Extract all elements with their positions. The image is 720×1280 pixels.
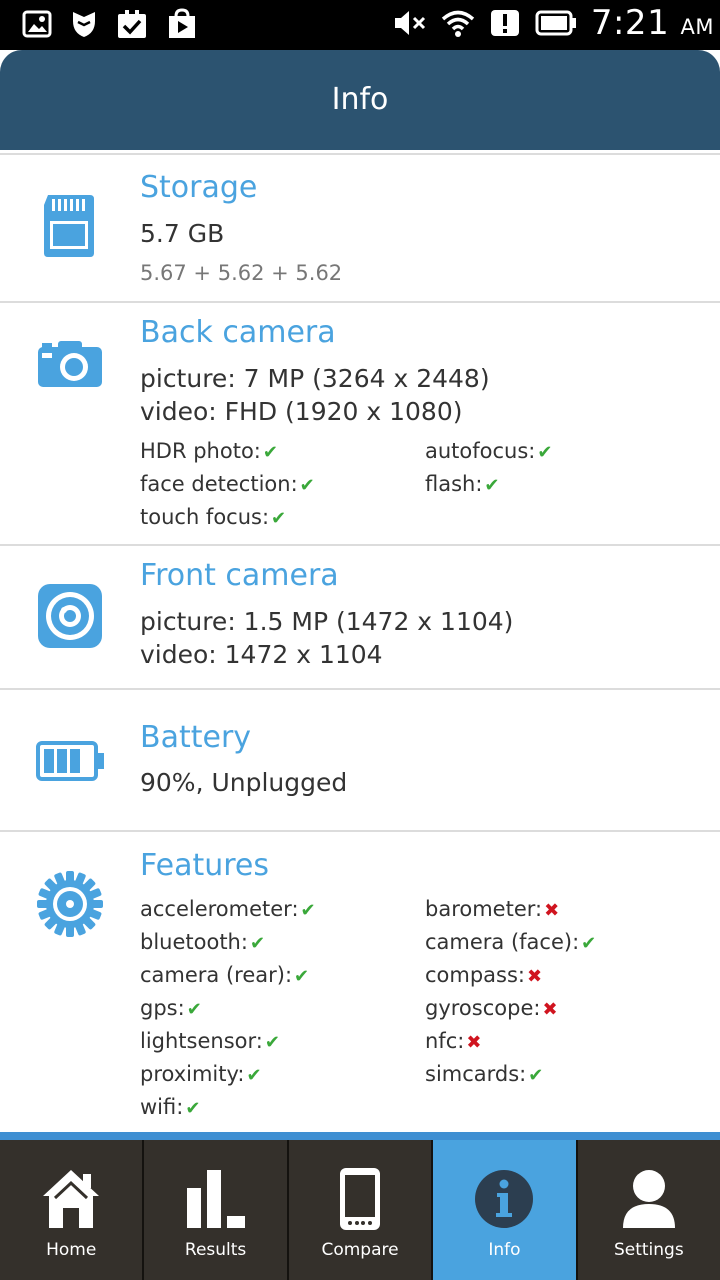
tab-settings[interactable]: Settings [577,1140,720,1280]
feature-item: camera (rear): ✔ [140,963,310,987]
phone-icon [289,1164,431,1234]
page-title: Info [331,82,389,117]
feature-item: flash: ✔ [425,472,500,496]
status-bar: 7:21 AM [0,0,720,50]
feature-item: autofocus: ✔ [425,439,553,463]
feature-item: simcards: ✔ [425,1062,544,1086]
feature-item: accelerometer: ✔ [140,897,316,921]
app-bar: Info [0,50,720,150]
camera-icon [36,339,104,393]
mute-icon [393,8,427,42]
feature-item: barometer: ✖ [425,897,560,921]
info-content[interactable]: Storage 5.7 GB 5.67 + 5.62 + 5.62 Back c… [0,150,720,1132]
front-camera-section: Front camera picture: 1.5 MP (1472 x 110… [0,544,720,688]
tab-compare[interactable]: Compare [288,1140,434,1280]
alert-icon [489,8,521,42]
bottom-nav: Home Results Compare Info Settings [0,1132,720,1280]
front-camera-title: Front camera [140,558,339,593]
user-icon [578,1164,720,1234]
battery-status: 90%, Unplugged [140,768,348,797]
battery-section: Battery 90%, Unplugged [0,688,720,830]
storage-section: Storage 5.7 GB 5.67 + 5.62 + 5.62 [0,153,720,303]
wifi-icon [441,8,475,42]
storage-detail: 5.67 + 5.62 + 5.62 [140,261,343,285]
tab-results[interactable]: Results [144,1140,289,1280]
feature-item: lightsensor: ✔ [140,1029,280,1053]
front-camera-picture: picture: 1.5 MP (1472 x 1104) [140,607,514,636]
storage-value: 5.7 GB [140,219,225,248]
features-title: Features [140,848,269,883]
feature-item: wifi: ✔ [140,1095,201,1119]
gallery-icon [22,9,52,43]
bar-chart-icon [144,1164,286,1234]
front-camera-video: video: 1472 x 1104 [140,640,383,669]
feature-item: face detection: ✔ [140,472,315,496]
back-camera-title: Back camera [140,315,336,350]
feature-item: gyroscope: ✖ [425,996,558,1020]
home-icon [0,1164,142,1234]
tab-home[interactable]: Home [0,1140,145,1280]
back-camera-picture: picture: 7 MP (3264 x 2448) [140,364,490,393]
back-camera-video: video: FHD (1920 x 1080) [140,397,463,426]
feature-item: touch focus: ✔ [140,505,287,529]
feature-item: camera (face): ✔ [425,930,597,954]
feature-item: proximity: ✔ [140,1062,262,1086]
storage-title: Storage [140,170,258,205]
battery-title: Battery [140,720,252,755]
task-check-icon [116,8,148,44]
shield-icon [70,9,98,43]
tab-info[interactable]: Info [433,1140,578,1280]
back-camera-section: Back camera picture: 7 MP (3264 x 2448) … [0,301,720,544]
info-icon [433,1164,575,1234]
sd-card-icon [42,193,96,263]
features-section: Features accelerometer: ✔ barometer: ✖ blu… [0,830,720,1132]
feature-item: nfc: ✖ [425,1029,482,1053]
battery-icon [535,8,577,42]
play-store-icon [166,8,198,44]
feature-item: HDR photo: ✔ [140,439,278,463]
battery-level-icon [36,740,106,786]
front-camera-icon [36,582,104,654]
feature-item: gps: ✔ [140,996,202,1020]
gear-icon [36,870,104,942]
clock: 7:21 AM [590,3,714,43]
feature-item: compass: ✖ [425,963,543,987]
feature-item: bluetooth: ✔ [140,930,266,954]
